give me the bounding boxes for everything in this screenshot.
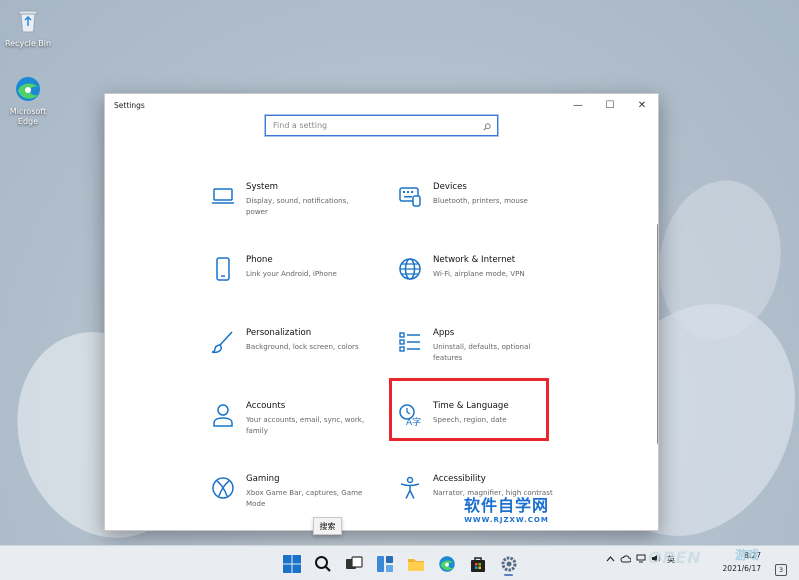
category-name: Phone xyxy=(246,255,273,265)
edge-taskbar-button[interactable] xyxy=(431,551,462,576)
edge-icon xyxy=(13,74,43,104)
category-desc: Link your Android, iPhone xyxy=(246,269,337,278)
phone-icon xyxy=(209,255,237,283)
watermark-title: 软件自学网 xyxy=(464,496,550,515)
category-name: Apps xyxy=(433,328,455,338)
category-desc: Background, lock screen, colors xyxy=(246,342,359,351)
widgets-icon xyxy=(376,555,393,572)
category-devices[interactable]: Devices Bluetooth, printers, mouse xyxy=(396,182,556,210)
category-name: Network & Internet xyxy=(433,255,516,265)
desktop-icon-recycle-bin[interactable]: Recycle Bin xyxy=(0,6,56,49)
recycle-bin-icon xyxy=(13,6,43,36)
category-system[interactable]: System Display, sound, notifications, pow… xyxy=(209,182,369,217)
keyboard-icon xyxy=(396,182,424,210)
category-gaming[interactable]: Gaming Xbox Game Bar, captures, Game Mode xyxy=(209,474,369,509)
edge-icon xyxy=(438,555,455,572)
corner-watermark: OPEN xyxy=(648,548,702,567)
category-name: System xyxy=(246,182,279,192)
category-desc: Display, sound, notifications, power xyxy=(246,196,349,216)
windows-start-icon xyxy=(282,554,301,573)
scrollbar[interactable] xyxy=(657,224,658,444)
network-icon[interactable] xyxy=(636,554,646,565)
category-name: Devices xyxy=(433,182,467,192)
category-apps[interactable]: Apps Uninstall, defaults, optional featur… xyxy=(396,328,556,363)
apps-list-icon xyxy=(396,328,424,356)
accessibility-icon xyxy=(396,474,424,502)
xbox-icon xyxy=(209,474,237,502)
file-explorer-icon xyxy=(407,558,424,571)
category-name: Accounts xyxy=(246,401,286,411)
task-view-button[interactable] xyxy=(338,551,369,576)
start-button[interactable] xyxy=(276,551,307,576)
watermark: 软件自学网 WWW.RJZXW.COM xyxy=(464,492,549,524)
chevron-up-icon[interactable] xyxy=(606,555,615,564)
laptop-icon xyxy=(209,182,237,210)
category-name: Accessibility xyxy=(433,474,486,484)
category-network[interactable]: Network & Internet Wi-Fi, airplane mode, … xyxy=(396,255,556,283)
corner-watermark-2: 游戏 xyxy=(735,548,760,562)
store-button[interactable] xyxy=(462,551,493,576)
category-name: Personalization xyxy=(246,328,312,338)
clock-date: 2021/6/17 xyxy=(722,564,761,573)
desktop-icon-label: Recycle Bin xyxy=(4,39,52,48)
widgets-button[interactable] xyxy=(369,551,400,576)
file-explorer-button[interactable] xyxy=(400,551,431,576)
desktop-icon-edge[interactable]: Microsoft Edge xyxy=(0,74,56,127)
settings-taskbar-button[interactable] xyxy=(493,551,524,576)
watermark-url: WWW.RJZXW.COM xyxy=(464,516,549,524)
category-desc: Your accounts, email, sync, work, family xyxy=(246,415,365,435)
taskbar-search-button[interactable] xyxy=(307,551,338,576)
cloud-icon[interactable] xyxy=(620,554,632,565)
person-icon xyxy=(209,401,237,429)
highlight-box xyxy=(389,378,549,441)
category-name: Gaming xyxy=(246,474,280,484)
category-desc: Uninstall, defaults, optional features xyxy=(433,342,531,362)
category-phone[interactable]: Phone Link your Android, iPhone xyxy=(209,255,369,283)
settings-categories: System Display, sound, notifications, pow… xyxy=(105,94,658,530)
store-icon xyxy=(470,556,485,572)
category-personalization[interactable]: Personalization Background, lock screen, … xyxy=(209,328,369,356)
search-tooltip: 搜索 xyxy=(313,517,342,535)
brush-icon xyxy=(209,328,237,356)
category-accounts[interactable]: Accounts Your accounts, email, sync, work… xyxy=(209,401,369,436)
category-desc: Bluetooth, printers, mouse xyxy=(433,196,528,205)
search-icon xyxy=(314,555,331,572)
notification-badge[interactable]: 3 xyxy=(775,564,787,576)
settings-window: Settings — ☐ ✕ SystemDisplay, sound, not… xyxy=(104,93,659,531)
globe-icon xyxy=(396,255,424,283)
task-view-icon xyxy=(345,555,363,569)
desktop-icon-label: Microsoft Edge xyxy=(9,107,47,126)
category-desc: Wi-Fi, airplane mode, VPN xyxy=(433,269,525,278)
settings-icon xyxy=(501,556,516,571)
category-desc: Xbox Game Bar, captures, Game Mode xyxy=(246,488,363,508)
